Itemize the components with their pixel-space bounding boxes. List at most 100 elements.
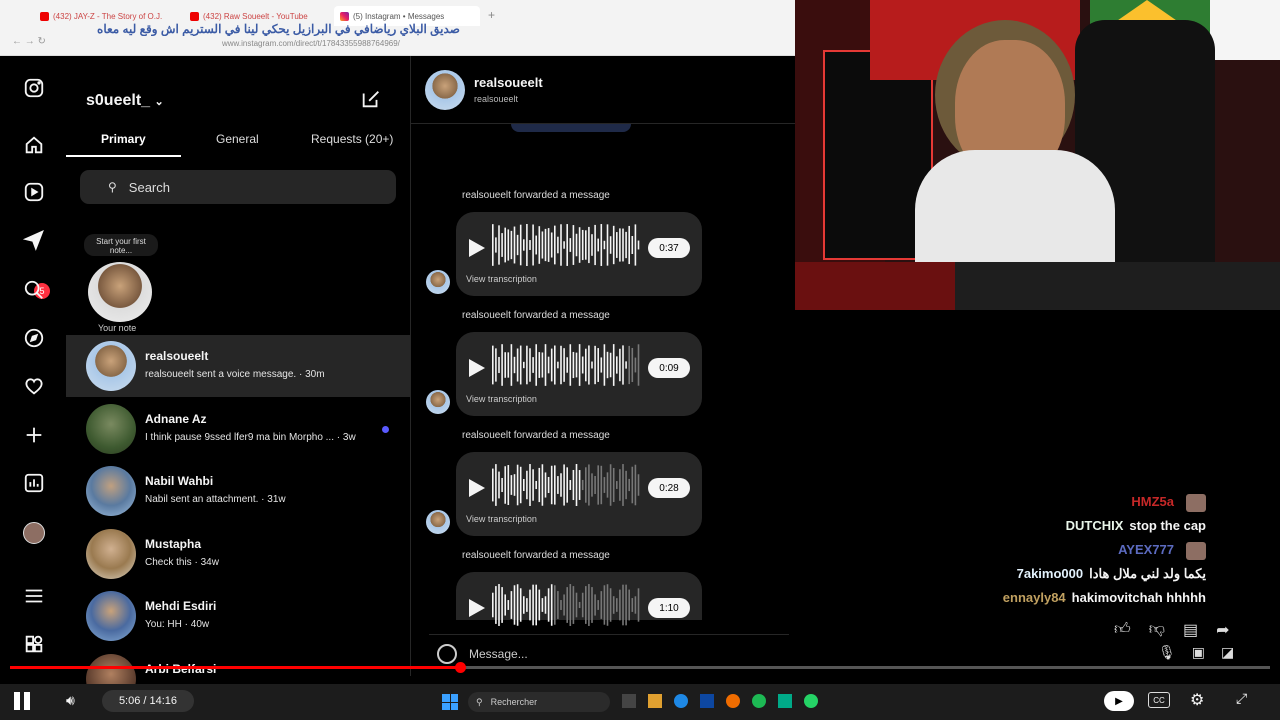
waveform-bar xyxy=(495,237,497,253)
edge-icon[interactable] xyxy=(674,694,688,708)
tab-requests[interactable]: Requests (20+) xyxy=(311,132,393,146)
waveform-bar xyxy=(498,471,500,499)
stream-chat-line: 7akimo000 يكما ولد لني ملال هادا xyxy=(1017,566,1206,582)
video-progress-handle[interactable] xyxy=(454,662,466,673)
tab-general[interactable]: General xyxy=(216,132,259,146)
waveform-bar xyxy=(538,467,541,503)
note-avatar[interactable] xyxy=(88,262,152,322)
mic-icon[interactable]: 🎙︎ xyxy=(1158,644,1176,661)
waveform-bar xyxy=(569,584,572,626)
conversation-row[interactable]: Mehdi Esdiri You: HH · 40w xyxy=(66,585,410,647)
waveform-bar xyxy=(560,600,562,610)
waveform-bar xyxy=(510,591,513,619)
search-input[interactable]: ⚲ Search xyxy=(80,170,396,204)
home-icon[interactable] xyxy=(20,131,48,159)
search-icon[interactable] xyxy=(20,276,48,304)
waveform-bar xyxy=(516,348,519,382)
chat-avatar[interactable] xyxy=(425,70,465,110)
store-icon[interactable] xyxy=(700,694,714,708)
voice-duration: 0:37 xyxy=(648,238,690,258)
waveform-bar xyxy=(504,466,506,504)
view-transcription-link[interactable]: View transcription xyxy=(466,514,537,524)
view-transcription-link[interactable]: View transcription xyxy=(466,394,537,404)
back-icon[interactable]: ← → ↻ xyxy=(12,36,46,47)
play-icon[interactable] xyxy=(464,356,488,380)
voice-message[interactable]: 1:10 xyxy=(456,572,702,626)
share-icon[interactable]: ➦ xyxy=(1216,620,1229,640)
waveform-bar xyxy=(510,230,513,260)
like-icon[interactable]: 👍︎ xyxy=(1114,620,1131,640)
dashboard-icon[interactable] xyxy=(20,469,48,497)
sender-avatar[interactable] xyxy=(426,390,450,414)
waveform[interactable] xyxy=(492,582,642,628)
explorer-icon[interactable] xyxy=(622,694,636,708)
instagram-icon[interactable] xyxy=(20,74,48,102)
player-and-taskbar: 🔊︎ 5:06 / 14:16 ⚲ Rechercher ▶ CC ⚙︎ ⤢ xyxy=(0,684,1280,720)
tab-underline xyxy=(66,155,181,157)
waveform-bar xyxy=(560,345,562,385)
whatsapp-icon[interactable] xyxy=(804,694,818,708)
stream-chat-text: hakimovitchah hhhhh xyxy=(1071,590,1206,605)
conversation-row[interactable]: Nabil Wahbi Nabil sent an attachment. · 3… xyxy=(66,460,410,522)
waveform[interactable] xyxy=(492,462,642,508)
apps-icon[interactable] xyxy=(20,630,48,658)
waveform-bar xyxy=(612,596,615,614)
pause-icon[interactable] xyxy=(14,692,36,712)
waveform-bar xyxy=(541,598,544,612)
messenger-icon[interactable] xyxy=(20,226,48,254)
app-icon[interactable] xyxy=(778,694,792,708)
waveform-bar xyxy=(569,480,572,490)
chat-name[interactable]: realsoueelt xyxy=(474,75,543,90)
windows-start-icon[interactable] xyxy=(442,694,458,710)
sender-avatar[interactable] xyxy=(426,510,450,534)
image-icon[interactable]: ▣ xyxy=(1192,644,1205,661)
firefox-icon[interactable] xyxy=(726,694,740,708)
autoplay-toggle[interactable]: ▶ xyxy=(1104,691,1134,711)
video-actions-2: 🎙︎ ▣ ◪ xyxy=(1158,644,1234,661)
play-icon[interactable] xyxy=(464,596,488,620)
compose-icon[interactable] xyxy=(360,88,384,112)
voice-message[interactable]: 0:09 View transcription xyxy=(456,332,702,416)
profile-avatar[interactable] xyxy=(23,522,45,544)
spotify-icon[interactable] xyxy=(752,694,766,708)
account-switcher[interactable]: s0ueelt_ ⌄ xyxy=(86,92,164,110)
settings-icon[interactable]: ⚙︎ xyxy=(1190,690,1204,710)
conversation-row[interactable]: Mustapha Check this · 34w xyxy=(66,523,410,585)
conversation-row[interactable]: realsoueelt realsoueelt sent a voice mess… xyxy=(66,335,410,397)
comment-icon[interactable]: ▤ xyxy=(1183,620,1198,640)
waveform-bar xyxy=(498,584,500,626)
create-icon[interactable] xyxy=(20,421,48,449)
voice-message[interactable]: 0:28 View transcription xyxy=(456,452,702,536)
menu-icon[interactable] xyxy=(20,582,48,610)
dislike-icon[interactable]: 👎︎ xyxy=(1149,620,1165,640)
view-transcription-link[interactable]: View transcription xyxy=(466,274,537,284)
taskbar-search[interactable]: ⚲ Rechercher xyxy=(468,692,610,712)
conversation-preview: realsoueelt sent a voice message. · 30m xyxy=(145,369,325,380)
captions-icon[interactable]: CC xyxy=(1148,692,1170,708)
avatar xyxy=(86,466,136,516)
explore-icon[interactable] xyxy=(20,324,48,352)
play-icon[interactable] xyxy=(464,476,488,500)
conversation-row[interactable]: Adnane Az I think pause 9ssed lfer9 ma bi… xyxy=(66,398,410,460)
reels-icon[interactable] xyxy=(20,178,48,206)
waveform-bar xyxy=(501,587,503,623)
note-bubble[interactable]: Start your first note... xyxy=(84,234,158,256)
waveform-bar xyxy=(554,465,556,505)
conversation-name: Mustapha xyxy=(145,536,202,551)
voice-message[interactable]: 0:37 View transcription xyxy=(456,212,702,296)
address-bar[interactable]: www.instagram.com/direct/t/1784335598876… xyxy=(222,39,400,48)
conversation-preview: You: HH · 40w xyxy=(145,619,210,630)
waveform[interactable] xyxy=(492,222,642,268)
heart-icon[interactable] xyxy=(20,372,48,400)
waveform-bar xyxy=(547,588,550,622)
sender-avatar[interactable] xyxy=(426,270,450,294)
emoji-icon[interactable] xyxy=(437,644,457,664)
fullscreen-icon[interactable]: ⤢ xyxy=(1236,690,1247,707)
volume-icon[interactable]: 🔊︎ xyxy=(66,692,75,709)
tab-primary[interactable]: Primary xyxy=(101,132,146,146)
folder-icon[interactable] xyxy=(648,694,662,708)
new-tab-icon[interactable]: + xyxy=(488,8,495,22)
sticker-icon[interactable]: ◪ xyxy=(1221,644,1234,661)
play-icon[interactable] xyxy=(464,236,488,260)
waveform[interactable] xyxy=(492,342,642,388)
